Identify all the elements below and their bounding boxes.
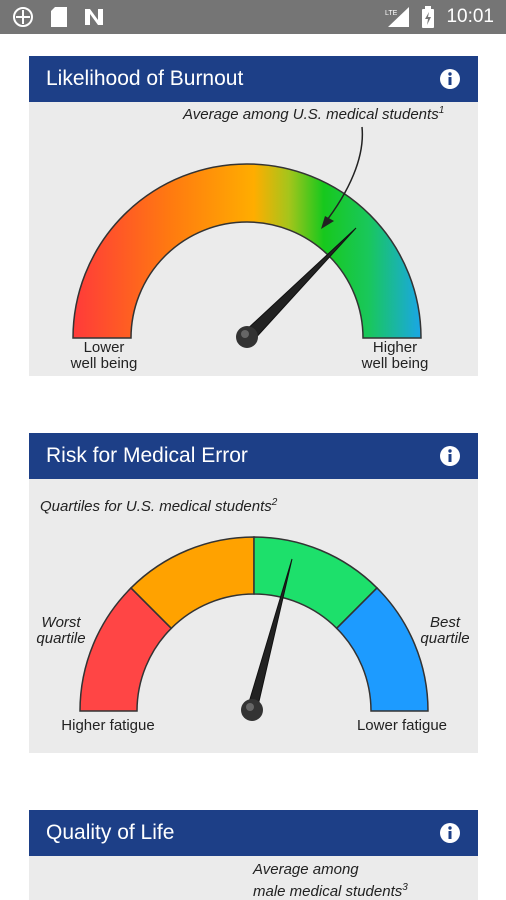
best-quartile-label: Best quartile — [420, 614, 470, 647]
quality-of-life-caption: Average among male medical students3 — [253, 861, 408, 900]
info-icon[interactable] — [439, 68, 461, 90]
burnout-left-label: Lower well being — [70, 339, 138, 372]
medical-error-gauge — [79, 536, 429, 721]
burnout-needle — [242, 227, 357, 344]
card-title: Risk for Medical Error — [46, 444, 248, 467]
sd-card-icon — [51, 7, 67, 27]
battery-charging-icon — [422, 6, 434, 28]
n-notification-icon — [85, 9, 103, 25]
status-time: 10:01 — [446, 6, 494, 27]
network-label: LTE — [385, 10, 398, 17]
burnout-right-label: Higher well being — [361, 339, 429, 372]
lte-signal-icon: LTE — [385, 7, 409, 27]
status-bar: LTE 10:01 — [0, 0, 506, 34]
medical-error-card: Risk for Medical Error Quartiles for U.S… — [29, 433, 478, 753]
card-title: Quality of Life — [46, 821, 175, 844]
info-icon[interactable] — [439, 822, 461, 844]
burnout-card-header: Likelihood of Burnout — [29, 56, 478, 102]
worst-quartile-label: Worst quartile — [36, 614, 86, 647]
quality-of-life-card-header: Quality of Life — [29, 810, 478, 856]
burnout-card: Likelihood of Burnout Average among U.S.… — [29, 56, 478, 376]
quality-of-life-card: Quality of Life Average among male medic… — [29, 810, 478, 900]
info-icon[interactable] — [439, 445, 461, 467]
medical-error-card-header: Risk for Medical Error — [29, 433, 478, 479]
burnout-arc — [72, 163, 422, 339]
globe-icon — [13, 7, 33, 27]
card-title: Likelihood of Burnout — [46, 67, 244, 90]
higher-fatigue-label: Higher fatigue — [61, 717, 155, 734]
burnout-gauge — [72, 126, 422, 348]
lower-fatigue-label: Lower fatigue — [356, 717, 448, 734]
footnote-ref: 3 — [402, 882, 408, 893]
